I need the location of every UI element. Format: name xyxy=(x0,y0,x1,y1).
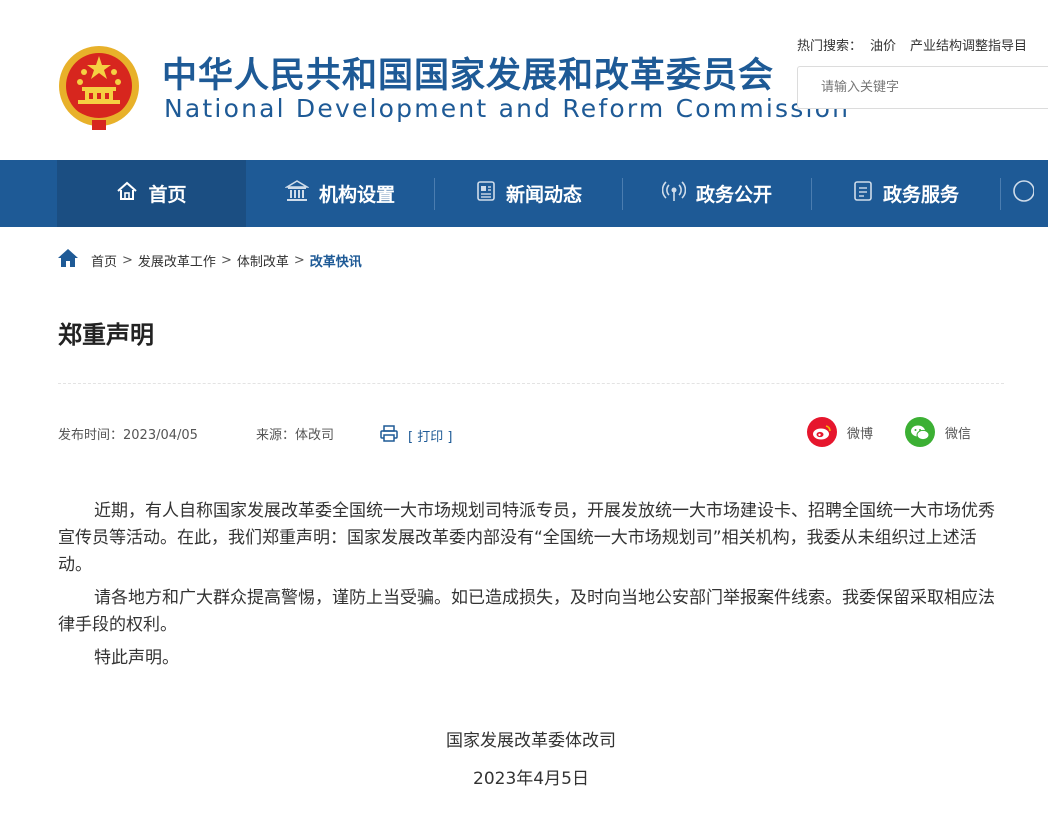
globe-icon xyxy=(1010,179,1044,208)
signature-department: 国家发展改革委体改司 xyxy=(446,731,616,751)
article-source: 来源：体改司 xyxy=(256,428,335,443)
nav-item-label: 政务公开 xyxy=(695,184,772,206)
nav-separator xyxy=(1000,178,1001,210)
breadcrumb-link[interactable]: 发展改革工作 xyxy=(138,251,216,270)
article-paragraph: 近期，有人自称国家发展改革委全国统一大市场规划司特派专员，开展发放统一大市场建设… xyxy=(58,501,995,575)
share-weibo-label: 微博 xyxy=(847,426,874,442)
national-emblem-logo[interactable] xyxy=(56,42,142,132)
breadcrumb-separator: > xyxy=(220,252,232,268)
site-title-cn: 中华人民共和国国家发展和改革委员会 xyxy=(162,56,775,96)
print-label: [ 打印 ] xyxy=(408,429,453,445)
breadcrumb: 首页 > 发展改革工作 > 体制改革 > 改革快讯 xyxy=(57,249,362,271)
share-weibo-button[interactable]: 微博 xyxy=(807,417,873,447)
nav-item-institutions[interactable]: 机构设置 xyxy=(246,160,434,227)
breadcrumb-link[interactable]: 体制改革 xyxy=(237,251,289,270)
nav-item-label: 首页 xyxy=(148,184,187,206)
hot-keyword-link[interactable]: 产业结构调整指导目 xyxy=(910,39,1027,54)
hot-search-label: 热门搜索： xyxy=(797,39,863,54)
signature-date: 2023年4月5日 xyxy=(473,769,589,789)
search-input[interactable] xyxy=(798,67,1048,108)
hot-search: 热门搜索： 油价 产业结构调整指导目 xyxy=(797,38,1027,56)
hot-keyword-link[interactable]: 油价 xyxy=(870,39,896,54)
wechat-icon xyxy=(905,417,935,447)
site-header: 中华人民共和国国家发展和改革委员会 National Development a… xyxy=(0,0,1048,160)
article-paragraph: 特此声明。 xyxy=(94,648,179,668)
breadcrumb-current[interactable]: 改革快讯 xyxy=(310,251,362,270)
newspaper-icon xyxy=(476,180,506,207)
nav-item-label: 新闻动态 xyxy=(505,184,582,206)
site-title-en: National Development and Reform Commissi… xyxy=(164,94,851,123)
article-title: 郑重声明 xyxy=(58,321,154,349)
document-icon xyxy=(853,180,883,207)
article-paragraph: 请各地方和广大群众提高警惕，谨防上当受骗。如已造成损失，及时向当地公安部门举报案… xyxy=(58,588,995,635)
breadcrumb-separator: > xyxy=(293,252,305,268)
broadcast-icon xyxy=(661,180,696,207)
nav-item-services[interactable]: 政务服务 xyxy=(812,160,1000,227)
building-icon xyxy=(284,180,319,207)
home-icon[interactable] xyxy=(57,248,79,272)
breadcrumb-link[interactable]: 首页 xyxy=(91,251,117,270)
weibo-icon xyxy=(807,417,837,447)
nav-item-government-affairs[interactable]: 政务公开 xyxy=(623,160,811,227)
nav-item-label: 政务服务 xyxy=(882,184,959,206)
article-body: 近期，有人自称国家发展改革委全国统一大市场规划司特派专员，开展发放统一大市场建设… xyxy=(58,498,1006,678)
share-wechat-button[interactable]: 微信 xyxy=(905,417,971,447)
nav-item-label: 机构设置 xyxy=(318,184,395,206)
search-box xyxy=(797,66,1048,109)
share-wechat-label: 微信 xyxy=(945,426,972,442)
publish-time: 发布时间：2023/04/05 xyxy=(58,428,198,443)
main-nav: 首页 机构设置 新闻动态 政务公开 政务服务 xyxy=(0,160,1048,227)
nav-item-home[interactable]: 首页 xyxy=(57,160,246,227)
nav-item-more[interactable] xyxy=(1010,160,1048,227)
breadcrumb-separator: > xyxy=(122,252,133,268)
print-button[interactable]: [ 打印 ] xyxy=(380,425,452,450)
title-divider xyxy=(58,383,1004,384)
printer-icon xyxy=(380,425,408,450)
nav-item-news[interactable]: 新闻动态 xyxy=(435,160,623,227)
home-icon xyxy=(116,181,148,206)
